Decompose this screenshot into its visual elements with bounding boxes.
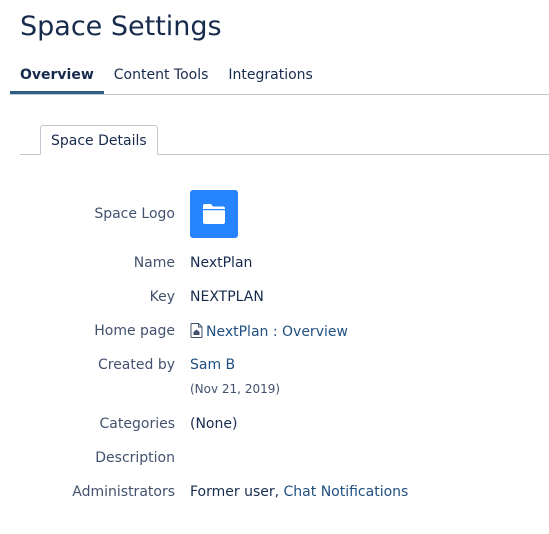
home-page-icon: [190, 323, 203, 342]
main-tab-bar: Overview Content Tools Integrations: [10, 60, 549, 95]
administrator-chat-notifications-link[interactable]: Chat Notifications: [284, 484, 409, 500]
space-logo[interactable]: [190, 190, 238, 238]
name-label: Name: [133, 255, 175, 271]
administrator-former-user: Former user,: [190, 484, 280, 500]
tab-content-tools[interactable]: Content Tools: [104, 60, 219, 90]
created-by-label: Created by: [97, 357, 175, 373]
created-date: (Nov 21, 2019): [190, 382, 281, 396]
tab-space-details[interactable]: Space Details: [40, 125, 158, 155]
categories-label: Categories: [99, 416, 175, 432]
key-value: NEXTPLAN: [190, 289, 264, 305]
space-settings-page: Space Settings Overview Content Tools In…: [0, 0, 549, 534]
folder-icon: [203, 204, 225, 224]
page-title: Space Settings: [20, 11, 222, 42]
sub-tab-bar: Space Details: [20, 125, 549, 155]
space-logo-label: Space Logo: [94, 206, 175, 222]
home-page-value: NextPlan : Overview: [190, 323, 348, 342]
home-page-link[interactable]: NextPlan : Overview: [206, 324, 348, 340]
tab-overview[interactable]: Overview: [10, 60, 104, 94]
home-page-label: Home page: [94, 323, 175, 339]
categories-value: (None): [190, 416, 238, 432]
description-label: Description: [95, 450, 175, 466]
administrators-value: Former user, Chat Notifications: [190, 484, 408, 500]
tab-integrations[interactable]: Integrations: [218, 60, 322, 90]
creator-link[interactable]: Sam B: [190, 357, 235, 373]
key-label: Key: [149, 289, 175, 305]
name-value: NextPlan: [190, 255, 253, 271]
administrators-label: Administrators: [72, 484, 175, 500]
